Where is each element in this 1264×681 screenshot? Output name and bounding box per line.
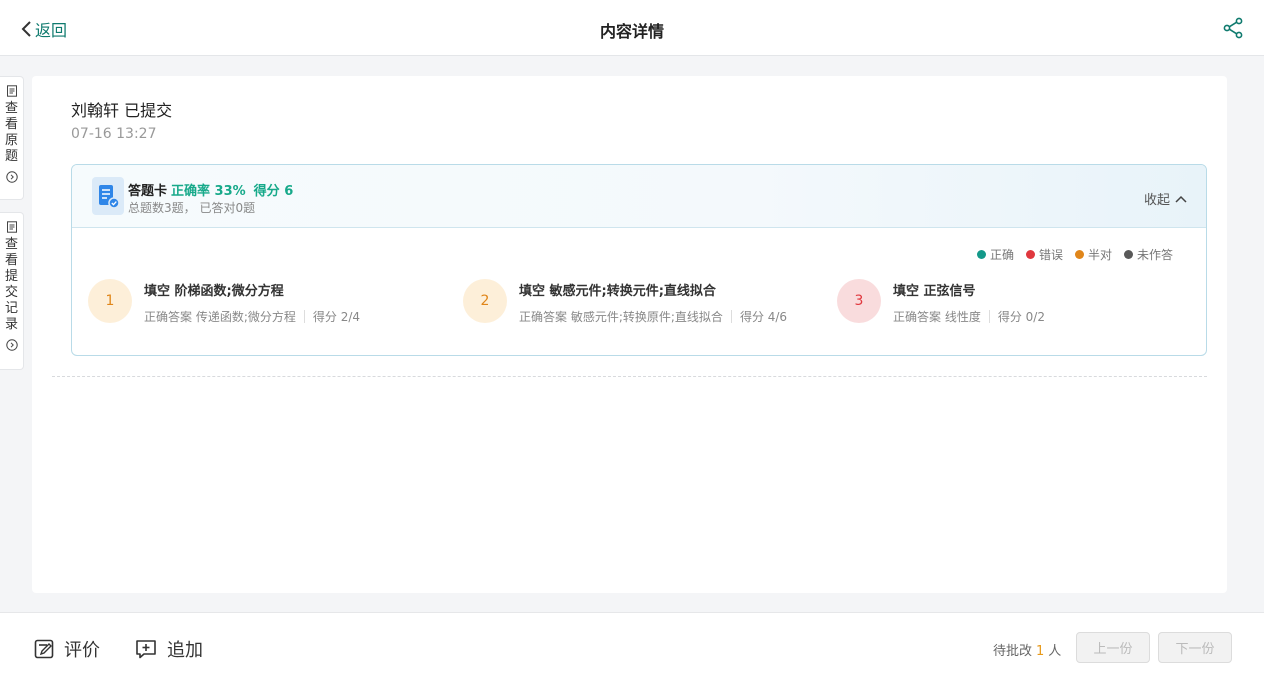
chevron-right-circle-icon [5,339,18,351]
legend-item: 半对 [1075,246,1112,263]
divider [988,310,990,323]
question-item[interactable]: 1 填空 阶梯函数;微分方程 正确答案 传递函数;微分方程 得分 2/4 [88,279,360,325]
add-label: 追加 [167,640,203,661]
prev-submission-button[interactable]: 上一份 [1076,632,1150,663]
document-icon [6,221,17,233]
correct-answer: 线性度 [944,310,981,324]
question-item[interactable]: 3 填空 正弦信号 正确答案 线性度 得分 0/2 [837,279,1045,325]
legend-dot [1075,250,1085,259]
document-icon [6,85,17,97]
submit-time: 07-16 13:27 [71,126,157,142]
legend-dot [1124,250,1134,259]
answer-card-label: 答题卡 [128,184,168,199]
legend-item: 未作答 [1124,246,1173,263]
dashed-divider [52,376,1207,377]
pending-prefix: 待批改 [993,644,1033,659]
answer-card: 答题卡 正确率 33% 得分 6 总题数3题， 已答对0题 收起 正确 错误 半对 … [71,164,1207,356]
pending-count: 待批改 1 人 [993,640,1061,659]
side-tab-label: 查看提交记录 [4,237,18,332]
page-title: 内容详情 [599,22,664,41]
question-answer-row: 正确答案 传递函数;微分方程 得分 2/4 [144,308,360,325]
pending-suffix: 人 [1048,644,1062,659]
answer-card-title: 答题卡 正确率 33% 得分 6 [128,180,293,199]
answer-card-header: 答题卡 正确率 33% 得分 6 总题数3题， 已答对0题 收起 [72,165,1206,228]
legend-item: 正确 [977,246,1014,263]
question-title: 填空 阶梯函数;微分方程 [144,284,284,299]
chevron-right-circle-icon [5,171,18,183]
comment-label: 评价 [64,640,100,661]
divider [303,310,305,323]
question-answer-row: 正确答案 敏感元件;转换原件;直线拟合 得分 4/6 [519,308,787,325]
question-number: 1 [88,279,132,323]
question-score: 得分 0/2 [997,310,1045,324]
question-score: 得分 2/4 [312,310,361,324]
correct-answer: 传递函数;微分方程 [195,310,296,324]
share-icon[interactable] [1222,17,1244,39]
collapse-button[interactable]: 收起 [1144,189,1187,208]
question-number: 3 [837,279,881,323]
answer-card-summary: 总题数3题， 已答对0题 [128,201,256,215]
top-bar: 返回 内容详情 [0,0,1264,56]
comment-button[interactable]: 评价 [34,636,100,662]
correct-answer: 敏感元件;转换原件;直线拟合 [570,310,723,324]
chevron-up-icon [1175,195,1187,203]
answer-label: 正确答案 [893,310,942,324]
question-answer-row: 正确答案 线性度 得分 0/2 [893,308,1045,325]
legend-dot [1026,250,1036,259]
question-item[interactable]: 2 填空 敏感元件;转换元件;直线拟合 正确答案 敏感元件;转换原件;直线拟合 … [463,279,787,325]
question-title: 填空 敏感元件;转换元件;直线拟合 [519,284,716,299]
add-comment-icon [136,640,156,659]
legend-label: 未作答 [1137,248,1174,262]
add-button[interactable]: 追加 [135,636,203,662]
question-number: 2 [463,279,507,323]
question-score: 得分 4/6 [739,310,788,324]
answer-sheet-icon [92,177,124,215]
bottom-bar: 评价 追加 待批改 1 人 上一份 下一份 [0,612,1264,681]
pending-number: 1 [1036,644,1045,659]
legend-item: 错误 [1026,246,1063,263]
side-tab-view-original[interactable]: 查看原题 [0,76,24,200]
total-score: 得分 6 [253,184,294,199]
edit-note-icon [34,639,54,659]
student-status: 刘翰轩 已提交 [71,101,173,120]
status-legend: 正确 错误 半对 未作答 [965,246,1173,263]
accuracy-rate: 正确率 33% [171,184,246,199]
legend-label: 半对 [1088,248,1113,262]
divider [730,310,732,323]
collapse-label: 收起 [1144,193,1171,208]
submission-card: 刘翰轩 已提交 07-16 13:27 答题卡 正确率 33% 得分 6 总题数3题… [32,76,1227,593]
legend-label: 正确 [990,248,1015,262]
answer-label: 正确答案 [519,310,568,324]
legend-dot [977,250,986,259]
legend-label: 错误 [1039,248,1064,262]
next-submission-button[interactable]: 下一份 [1158,632,1232,663]
question-title: 填空 正弦信号 [893,284,976,299]
answer-label: 正确答案 [144,310,193,324]
side-tab-view-history[interactable]: 查看提交记录 [0,212,24,370]
side-tab-label: 查看原题 [4,101,18,164]
